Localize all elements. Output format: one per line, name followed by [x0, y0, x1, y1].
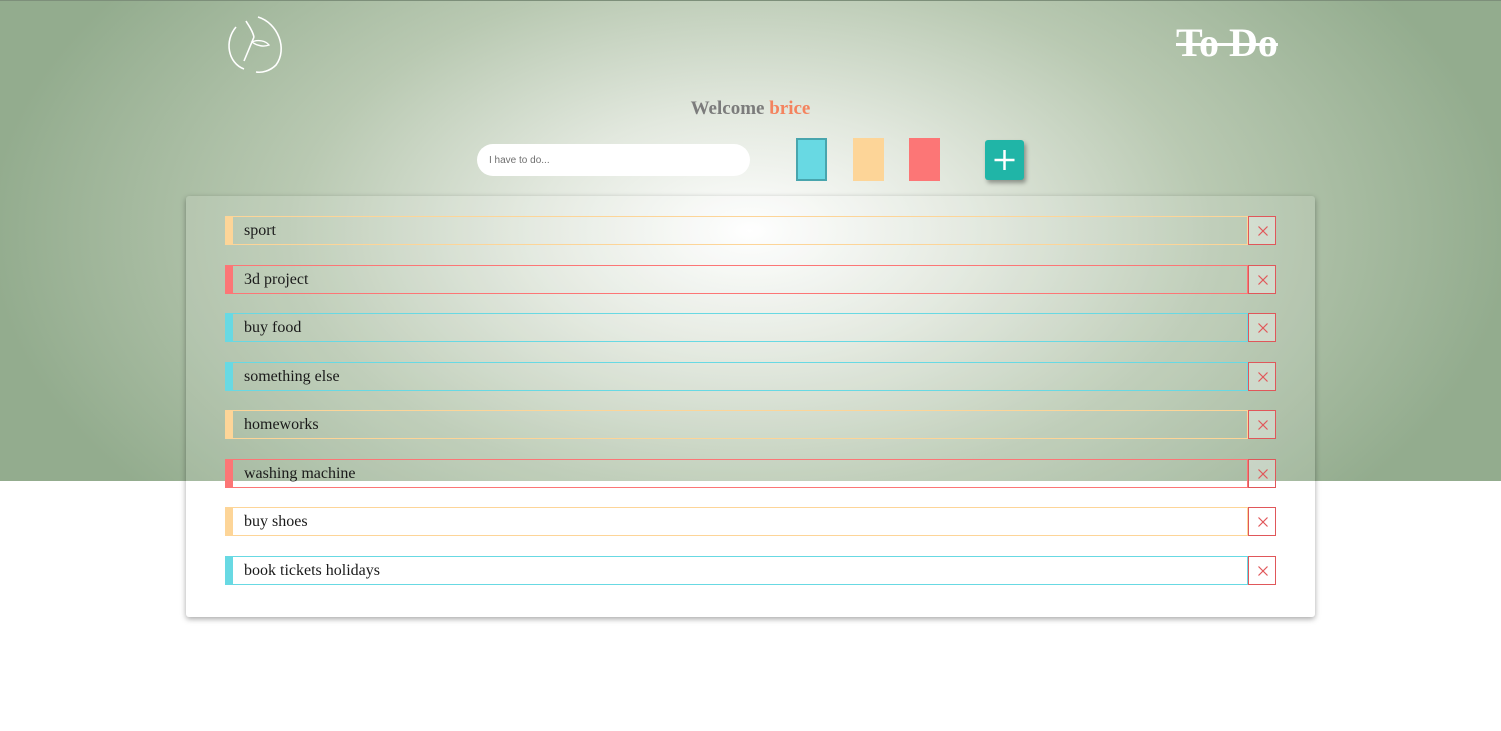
task-text: something else — [233, 361, 1248, 391]
task-text: sport — [233, 216, 1248, 245]
color-swatch-blue[interactable] — [796, 138, 827, 181]
task-item: sport — [225, 216, 1276, 245]
task-color-tag — [225, 410, 233, 439]
delete-task-button[interactable] — [1248, 507, 1276, 536]
leaf-sprout-icon[interactable] — [222, 11, 286, 75]
welcome-message: Welcome brice — [0, 96, 1501, 122]
app-title: To Do — [1176, 20, 1278, 65]
task-color-tag — [225, 507, 233, 536]
delete-task-button[interactable] — [1248, 313, 1276, 342]
task-item: 3d project — [225, 264, 1276, 294]
task-list: sport 3d project buy food something else hom… — [225, 216, 1276, 604]
task-item: something else — [225, 361, 1276, 391]
task-color-tag — [225, 216, 233, 245]
task-item: book tickets holidays — [225, 555, 1276, 585]
close-icon — [1258, 371, 1268, 382]
add-task-button[interactable] — [985, 140, 1024, 180]
welcome-greeting: Welcome — [690, 98, 765, 119]
task-text: homeworks — [233, 410, 1248, 439]
delete-task-button[interactable] — [1248, 458, 1276, 488]
task-item: homeworks — [225, 410, 1276, 439]
task-text: washing machine — [233, 458, 1248, 488]
plus-icon — [994, 150, 1015, 170]
task-item: buy food — [225, 313, 1276, 342]
task-text: buy shoes — [233, 507, 1248, 536]
close-icon — [1258, 323, 1268, 333]
close-icon — [1258, 517, 1268, 527]
close-icon — [1258, 274, 1268, 285]
color-swatch-red[interactable] — [909, 138, 940, 181]
task-color-tag — [225, 555, 233, 585]
task-text: 3d project — [233, 264, 1248, 294]
delete-task-button[interactable] — [1248, 264, 1276, 294]
close-icon — [1258, 420, 1268, 430]
page: To Do Welcome brice sport 3d project buy f… — [0, 0, 1501, 731]
task-input[interactable] — [477, 144, 750, 176]
delete-task-button[interactable] — [1248, 361, 1276, 391]
delete-task-button[interactable] — [1248, 216, 1276, 245]
task-color-tag — [225, 264, 233, 294]
close-icon — [1258, 565, 1268, 576]
task-text: book tickets holidays — [233, 555, 1248, 585]
task-color-tag — [225, 313, 233, 342]
close-icon — [1258, 468, 1268, 479]
task-item: buy shoes — [225, 507, 1276, 536]
welcome-user-name: brice — [769, 98, 811, 119]
task-text: buy food — [233, 313, 1248, 342]
delete-task-button[interactable] — [1248, 410, 1276, 439]
color-swatch-yellow[interactable] — [853, 138, 884, 181]
task-color-tag — [225, 361, 233, 391]
delete-task-button[interactable] — [1248, 555, 1276, 585]
task-color-tag — [225, 458, 233, 488]
close-icon — [1258, 226, 1268, 236]
task-item: washing machine — [225, 458, 1276, 488]
